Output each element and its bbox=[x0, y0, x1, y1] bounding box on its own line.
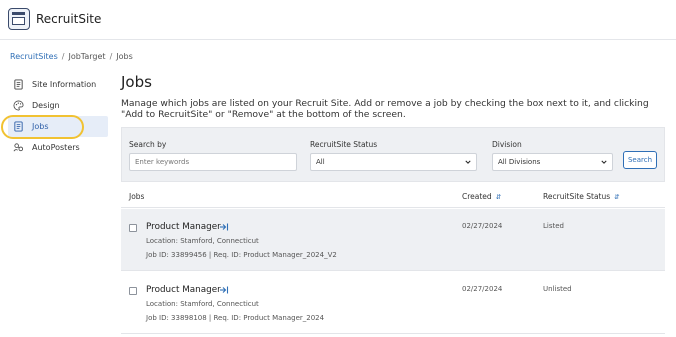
sidebar-item-site-information[interactable]: Site Information bbox=[8, 74, 108, 95]
header-status[interactable]: RecruitSite Status ⇵ bbox=[543, 192, 620, 201]
search-input[interactable]: Enter keywords bbox=[129, 153, 297, 171]
sidebar-item-autoposters[interactable]: AutoPosters bbox=[8, 137, 108, 158]
header-created-label: Created bbox=[462, 192, 492, 201]
sidebar-item-label: Site Information bbox=[32, 80, 97, 89]
header-created[interactable]: Created ⇵ bbox=[462, 192, 501, 201]
search-label: Search by bbox=[129, 140, 167, 149]
status-select[interactable]: All bbox=[310, 153, 477, 171]
job-title: Product Manager bbox=[146, 222, 221, 232]
autoposter-icon bbox=[13, 142, 24, 153]
sidebar-item-design[interactable]: Design bbox=[8, 95, 108, 116]
chevron-down-icon bbox=[601, 160, 607, 164]
open-link-icon[interactable] bbox=[219, 222, 229, 232]
job-ids: Job ID: 33898108 | Req. ID: Product Mana… bbox=[146, 314, 325, 322]
chevron-down-icon bbox=[465, 160, 471, 164]
division-select[interactable]: All Divisions bbox=[492, 153, 613, 171]
sidebar-item-label: AutoPosters bbox=[32, 143, 80, 152]
job-location: Location: Stamford, Connecticut bbox=[146, 300, 259, 308]
row-checkbox[interactable] bbox=[129, 224, 137, 232]
division-label: Division bbox=[492, 140, 522, 149]
sidebar-item-label: Design bbox=[32, 101, 60, 110]
breadcrumb-separator: / bbox=[61, 52, 65, 61]
search-button[interactable]: Search bbox=[623, 151, 657, 169]
breadcrumb: RecruitSites / JobTarget / Jobs bbox=[10, 52, 133, 61]
table-header: Jobs Created ⇵ RecruitSite Status ⇵ bbox=[121, 184, 665, 208]
filter-panel: Search by Enter keywords RecruitSite Sta… bbox=[121, 127, 665, 182]
breadcrumb-jobtarget[interactable]: JobTarget bbox=[68, 52, 105, 61]
job-created-date: 02/27/2024 bbox=[462, 222, 503, 230]
page-description: Manage which jobs are listed on your Rec… bbox=[121, 98, 649, 120]
breadcrumb-separator: / bbox=[109, 52, 113, 61]
row-checkbox[interactable] bbox=[129, 287, 137, 295]
sort-icon[interactable]: ⇵ bbox=[614, 193, 619, 201]
job-status: Listed bbox=[543, 222, 564, 230]
page-title: Jobs bbox=[121, 73, 152, 91]
jobs-highlight-annotation bbox=[1, 115, 84, 139]
palette-icon bbox=[13, 100, 24, 111]
header-jobs: Jobs bbox=[129, 192, 145, 201]
search-placeholder: Enter keywords bbox=[135, 158, 190, 166]
table-row: Product Manager Location: Stamford, Conn… bbox=[121, 272, 665, 334]
app-title: RecruitSite bbox=[36, 12, 102, 26]
open-link-icon[interactable] bbox=[219, 285, 229, 295]
status-label: RecruitSite Status bbox=[310, 140, 378, 149]
document-icon bbox=[13, 79, 24, 90]
status-select-value: All bbox=[316, 158, 325, 166]
job-title: Product Manager bbox=[146, 285, 221, 295]
breadcrumb-jobs: Jobs bbox=[116, 52, 133, 61]
job-created-date: 02/27/2024 bbox=[462, 285, 503, 293]
table-row: Product Manager Location: Stamford, Conn… bbox=[121, 209, 665, 271]
breadcrumb-recruitsites[interactable]: RecruitSites bbox=[10, 52, 58, 61]
job-status: Unlisted bbox=[543, 285, 572, 293]
job-location: Location: Stamford, Connecticut bbox=[146, 237, 259, 245]
division-select-value: All Divisions bbox=[498, 158, 541, 166]
recruitsite-logo-icon[interactable] bbox=[8, 8, 30, 30]
sort-icon[interactable]: ⇵ bbox=[496, 193, 501, 201]
top-bar: RecruitSite bbox=[0, 0, 676, 40]
header-status-label: RecruitSite Status bbox=[543, 192, 611, 201]
job-ids: Job ID: 33899456 | Req. ID: Product Mana… bbox=[146, 251, 337, 259]
